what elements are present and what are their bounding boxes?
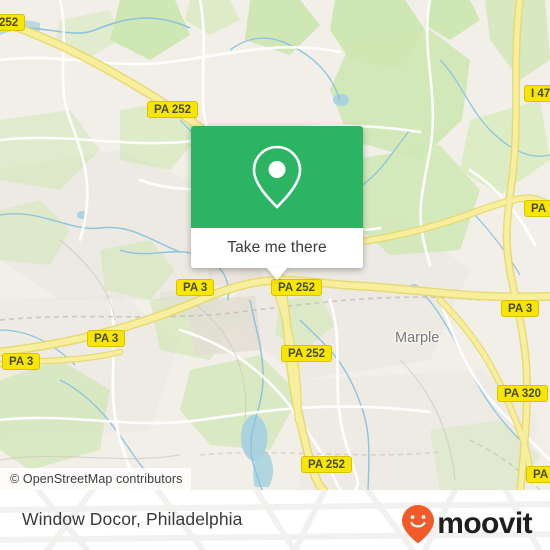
moovit-logo[interactable]: moovit <box>401 504 533 544</box>
osm-attribution[interactable]: © OpenStreetMap contributors <box>0 468 191 490</box>
moovit-wordmark: moovit <box>437 507 532 540</box>
location-callout[interactable]: Take me there <box>191 126 363 280</box>
shield-pa-252-lower: PA 252 <box>281 345 333 362</box>
shield-pa-right-upper: PA <box>524 200 550 217</box>
callout-tail <box>266 267 288 280</box>
place-label-marple: Marple <box>395 330 440 346</box>
shield-pa-3-left-upper: PA 3 <box>87 330 126 347</box>
shield-pa-252-bottom: PA 252 <box>301 456 353 473</box>
shield-pa-252-center: PA 252 <box>271 279 323 296</box>
shield-pa-252-topleft: 252 <box>0 14 26 31</box>
take-me-there-label: Take me there <box>227 239 327 256</box>
shield-pa-3-right: PA 3 <box>501 300 540 317</box>
shield-i-476-topright: I 47 <box>524 85 550 102</box>
take-me-there-button[interactable]: Take me there <box>191 228 363 280</box>
shield-pa-252-upper: PA 252 <box>147 101 199 118</box>
footer-bar: Window Docor, Philadelphia moovit <box>0 490 550 550</box>
shield-pa-bottomright: PA <box>526 466 550 483</box>
location-title: Window Docor, Philadelphia <box>22 509 243 529</box>
callout-marker-panel <box>191 126 363 228</box>
shield-pa-3-left-lower: PA 3 <box>2 353 41 370</box>
shield-pa-320-right: PA 320 <box>497 385 549 402</box>
shield-pa-3-center: PA 3 <box>176 279 215 296</box>
map-viewport[interactable]: .green { fill:#cfe7b4; } .green2 { fill:… <box>0 0 550 490</box>
moovit-smiley-pin-icon <box>402 505 435 544</box>
map-pin-icon <box>252 145 302 209</box>
map-screenshot: .green { fill:#cfe7b4; } .green2 { fill:… <box>0 0 550 550</box>
